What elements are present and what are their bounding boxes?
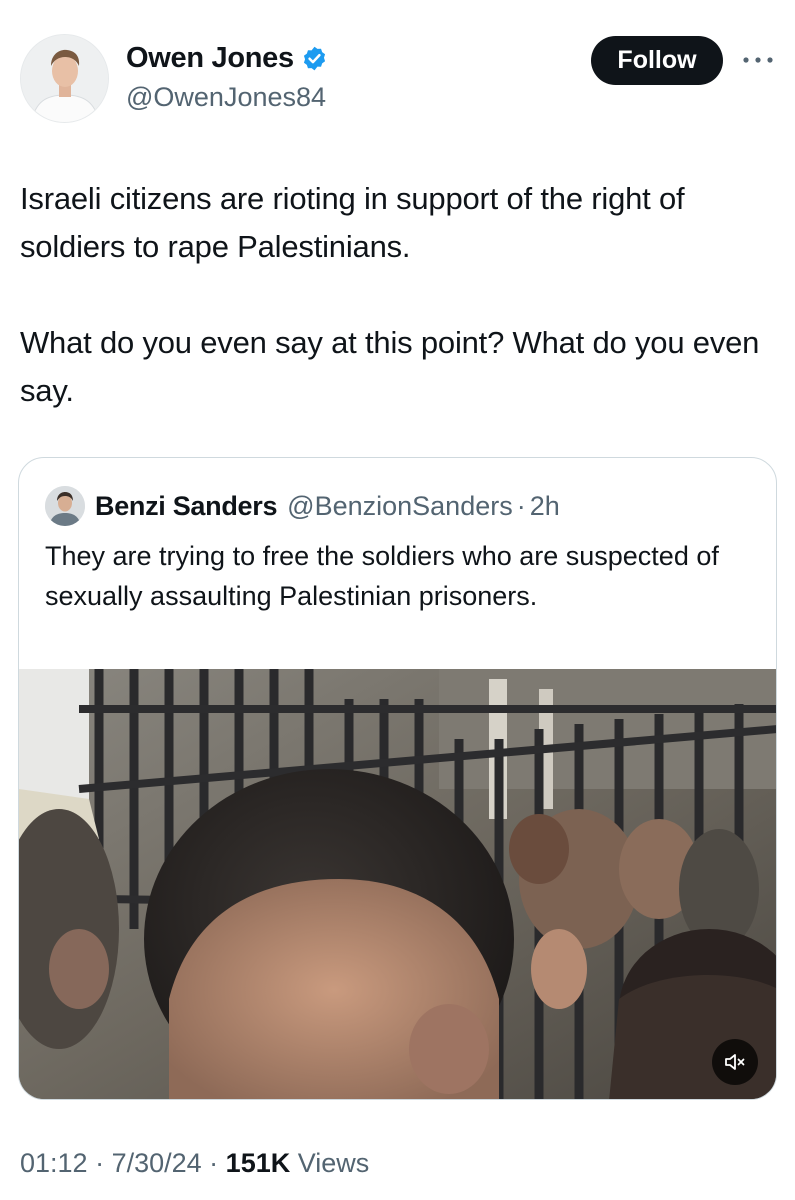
quoted-author-name[interactable]: Benzi Sanders	[95, 491, 277, 522]
tweet-paragraph: Israeli citizens are rioting in support …	[20, 181, 685, 264]
author-name-row: Owen Jones	[126, 42, 328, 75]
tweet-text: Israeli citizens are rioting in support …	[20, 175, 780, 415]
separator-dot: ·	[516, 490, 526, 521]
separator-dot: ·	[87, 1148, 112, 1178]
author-avatar[interactable]	[20, 34, 109, 123]
quoted-author-handle[interactable]: @BenzionSanders	[287, 491, 513, 522]
tweet-header: Owen Jones @OwenJones84 Follow	[0, 0, 795, 140]
verified-badge-icon[interactable]	[301, 45, 328, 72]
video-player[interactable]	[19, 669, 776, 1099]
profile-photo-icon	[45, 486, 85, 526]
speaker-muted-icon[interactable]	[712, 1039, 758, 1085]
views-label: Views	[290, 1148, 370, 1178]
separator-dot: ·	[201, 1148, 226, 1178]
more-options-icon[interactable]	[740, 42, 776, 78]
author-handle[interactable]: @OwenJones84	[126, 82, 326, 113]
quoted-timestamp[interactable]: 2h	[530, 491, 560, 522]
tweet-meta: 01:12 · 7/30/24 · 151K Views	[20, 1148, 369, 1179]
quoted-tweet-header: Benzi Sanders @BenzionSanders · 2h	[45, 486, 560, 526]
tweet-time[interactable]: 01:12	[20, 1148, 88, 1178]
views-count[interactable]: 151K	[226, 1148, 291, 1178]
video-frame	[19, 669, 776, 1099]
quoted-tweet[interactable]: Benzi Sanders @BenzionSanders · 2h They …	[18, 457, 777, 1100]
tweet-date[interactable]: 7/30/24	[112, 1148, 202, 1178]
tweet-paragraph: What do you even say at this point? What…	[20, 325, 760, 408]
author-name[interactable]: Owen Jones	[126, 42, 294, 75]
quoted-tweet-text: They are trying to free the soldiers who…	[45, 541, 719, 611]
profile-photo-icon	[21, 35, 108, 122]
follow-button[interactable]: Follow	[591, 36, 723, 85]
quoted-author-avatar[interactable]	[45, 486, 85, 526]
